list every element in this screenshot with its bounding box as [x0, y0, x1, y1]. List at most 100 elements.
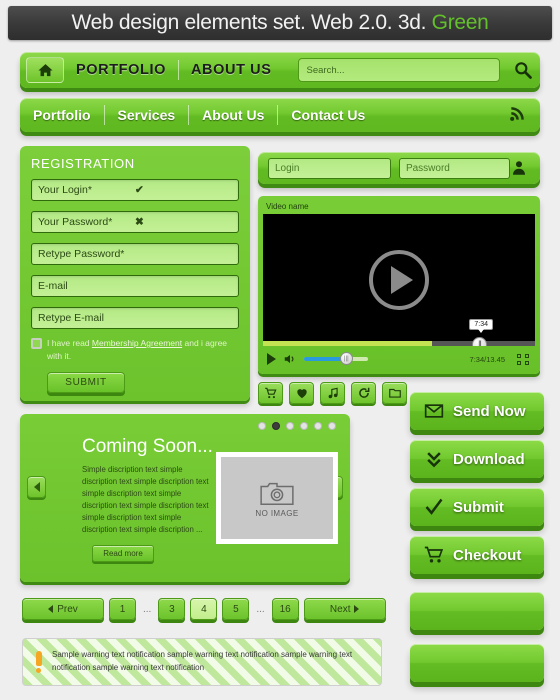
menu-item-services[interactable]: Services [105, 107, 189, 123]
video-scrub-tooltip: 7:34 [469, 319, 493, 333]
blank-button-2[interactable] [410, 644, 544, 682]
membership-agreement-link[interactable]: Membership Agreement [92, 338, 182, 348]
login-field[interactable]: Your Login* ✔ [31, 179, 239, 201]
slider-prev-button[interactable] [27, 476, 46, 498]
menu-item-contact-us[interactable]: Contact Us [278, 107, 378, 123]
retype-email-field[interactable]: Retype E-mail [31, 307, 239, 329]
pagination-prev-label: Prev [57, 603, 78, 615]
read-more-button[interactable]: Read more [92, 545, 154, 563]
pagination-page-5[interactable]: 5 [222, 598, 250, 620]
volume-icon[interactable] [283, 352, 297, 366]
email-field[interactable]: E-mail [31, 275, 239, 297]
page-title-main: Web design elements set. Web 2.0. 3d. [71, 11, 427, 34]
envelope-icon [424, 404, 444, 418]
pagination-page-4-active[interactable]: 4 [190, 598, 218, 620]
pagination-prev-button[interactable]: Prev [22, 598, 104, 620]
slider-dot-active[interactable] [272, 422, 280, 430]
volume-slider[interactable]: ||| [304, 352, 368, 365]
pagination-page-1[interactable]: 1 [109, 598, 136, 620]
pagination-ellipsis: ... [143, 603, 152, 615]
pagination-page-3[interactable]: 3 [158, 598, 186, 620]
retype-password-placeholder: Retype Password* [38, 248, 125, 260]
nav-item-portfolio[interactable]: PORTFOLIO [64, 62, 178, 78]
video-progress-bar[interactable] [263, 341, 535, 346]
search-input[interactable]: Search... [297, 58, 500, 82]
cart-icon [424, 546, 444, 563]
home-button[interactable] [26, 57, 64, 83]
download-button[interactable]: Download [410, 440, 544, 478]
agreement-text-pre: I have read [47, 338, 92, 348]
pagination-next-button[interactable]: Next [303, 598, 386, 620]
submit-button[interactable]: Submit [410, 488, 544, 526]
slider-description: Simple discription text simple discripti… [82, 465, 209, 535]
favorite-button[interactable] [289, 382, 314, 404]
video-time-display: 7:34/13.45 [469, 354, 505, 364]
user-icon [513, 161, 525, 175]
volume-handle[interactable]: ||| [339, 352, 353, 365]
folder-button[interactable] [382, 382, 407, 404]
pagination-page-16[interactable]: 16 [271, 598, 299, 620]
page-root: Web design elements set. Web 2.0. 3d. Gr… [0, 0, 560, 700]
slider-dot[interactable] [258, 422, 266, 430]
blank-button-1[interactable] [410, 592, 544, 630]
slider-image-placeholder-inner: NO IMAGE [221, 457, 333, 539]
download-label: Download [453, 450, 525, 468]
cart-icon [264, 387, 277, 399]
page-title-bar: Web design elements set. Web 2.0. 3d. Gr… [8, 6, 552, 40]
video-screen[interactable]: 7:34 ||| [263, 214, 535, 346]
checkout-label: Checkout [453, 546, 522, 564]
video-controls: ||| 7:34/13.45 [263, 346, 535, 372]
video-play-button[interactable] [267, 353, 276, 365]
login-field-placeholder: Your Login* [38, 184, 92, 196]
music-button[interactable] [320, 382, 345, 404]
rss-button[interactable] [508, 103, 528, 128]
slider-dot[interactable] [286, 422, 294, 430]
warning-notification: Sample warning text notification sample … [22, 638, 382, 686]
menu-item-about-us[interactable]: About Us [189, 107, 277, 123]
slider-title: Coming Soon... [82, 436, 213, 457]
menu-item-portfolio[interactable]: Portfolio [20, 107, 104, 123]
search-button[interactable] [506, 60, 540, 80]
agreement-row: I have read Membership Agreement and i a… [31, 337, 239, 363]
agreement-checkbox[interactable] [31, 338, 42, 349]
fullscreen-icon[interactable] [517, 353, 529, 365]
valid-check-icon: ✔ [135, 184, 144, 196]
slider-image-placeholder: NO IMAGE [216, 452, 338, 544]
slider-dots [258, 422, 336, 430]
registration-submit-button[interactable]: SUBMIT [47, 371, 125, 393]
video-progress-handle[interactable]: ||| [472, 337, 487, 346]
warning-text: Sample warning text notification sample … [52, 650, 353, 672]
folder-icon [388, 388, 401, 398]
check-icon [425, 498, 443, 515]
send-now-button[interactable]: Send Now [410, 392, 544, 430]
invalid-cross-icon: ✖ [135, 216, 144, 228]
double-chevron-down-icon [427, 452, 441, 468]
heart-icon [296, 389, 307, 399]
login-submit-button[interactable] [510, 159, 528, 177]
camera-icon [260, 482, 294, 505]
page-title-accent: Green [431, 11, 489, 34]
refresh-icon [358, 387, 369, 398]
video-play-overlay-button[interactable] [369, 250, 429, 310]
chevron-right-icon [354, 605, 360, 613]
checkout-button[interactable]: Checkout [410, 536, 544, 574]
retype-password-field[interactable]: Retype Password* [31, 243, 239, 265]
main-menu-bar: Portfolio Services About Us Contact Us [20, 98, 540, 132]
refresh-button[interactable] [351, 382, 376, 404]
slider-dot[interactable] [328, 422, 336, 430]
rss-icon [510, 106, 524, 121]
search-icon [515, 62, 532, 79]
login-input[interactable]: Login [268, 157, 391, 179]
cart-button[interactable] [258, 382, 283, 404]
chevron-left-icon [33, 482, 40, 492]
nav-item-about-us[interactable]: ABOUT US [179, 62, 284, 78]
password-field[interactable]: Your Password* ✖ [31, 211, 239, 233]
slider-text-block: Coming Soon... Simple discription text s… [82, 436, 217, 563]
slider-dot[interactable] [300, 422, 308, 430]
slider-dot[interactable] [314, 422, 322, 430]
password-input[interactable]: Password [398, 157, 510, 179]
video-player: Video name 7:34 ||| ||| 7:34/13.45 [258, 196, 540, 374]
chevron-left-icon [48, 605, 54, 613]
page-title: Web design elements set. Web 2.0. 3d. Gr… [71, 11, 488, 35]
agreement-text: I have read Membership Agreement and i a… [47, 337, 239, 363]
